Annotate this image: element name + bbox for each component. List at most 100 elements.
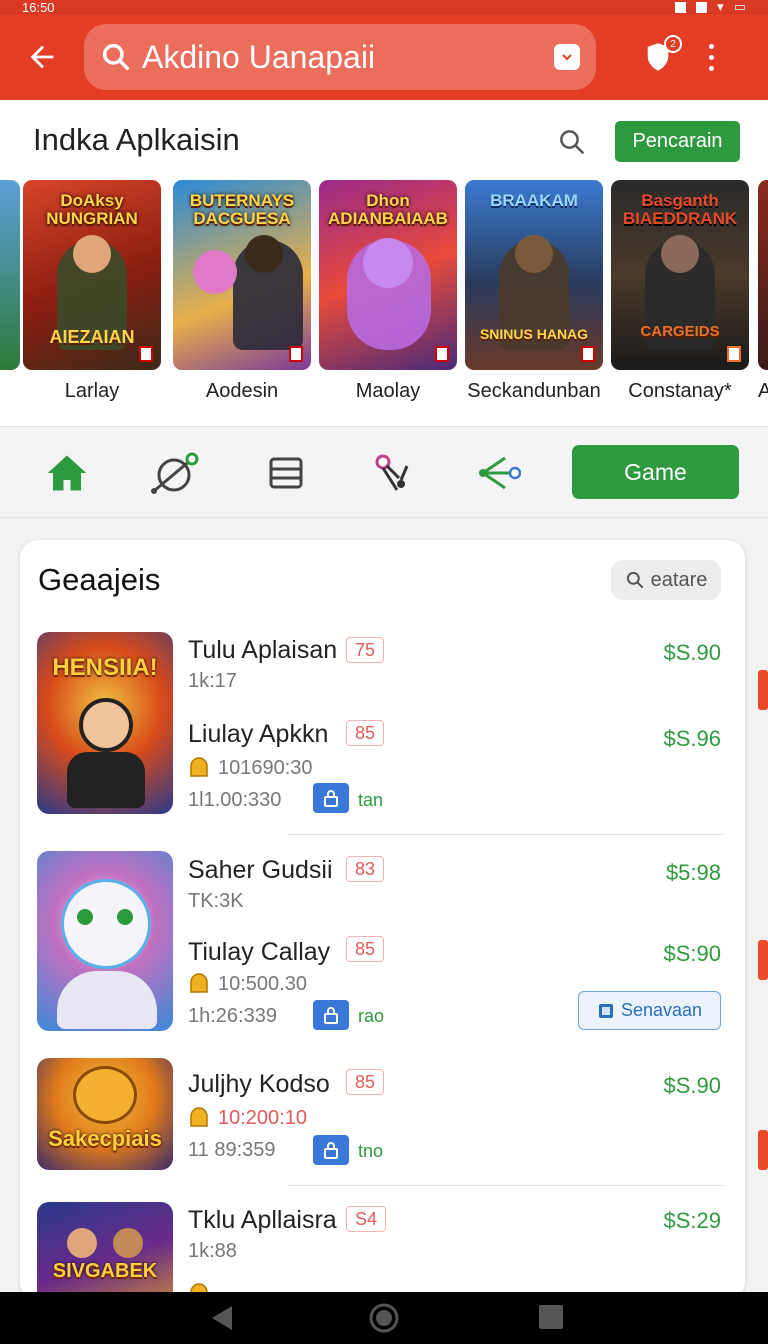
rating-badge: 85 <box>346 1069 385 1095</box>
game-art-subtitle: SNINUS HANAG <box>479 326 589 342</box>
thumbnail-title: Sakecpiais <box>48 1126 162 1151</box>
game-card-partial[interactable] <box>0 180 20 370</box>
lock-icon <box>324 1142 338 1159</box>
app-bar: Akdino Uanapaii 2 <box>0 14 768 100</box>
system-nav-bar <box>0 1292 768 1344</box>
category-nav: Game <box>0 426 768 518</box>
game-carousel: DoAksy NUNGRIAN AIEZAIAN Larlay BUTERNAY… <box>0 180 768 420</box>
more-vert-icon[interactable] <box>688 27 734 87</box>
game-art-title: BUTERNAYS DACGUESA <box>189 191 295 228</box>
coin-icon <box>190 973 208 993</box>
game-thumbnail[interactable]: SIVGABEK <box>37 1202 173 1300</box>
nav-home-icon[interactable] <box>368 1302 400 1334</box>
game-card-partial[interactable]: A <box>758 180 768 403</box>
app-meta: 1l1.00:330 <box>188 789 282 811</box>
nav-list-button[interactable] <box>260 447 312 499</box>
nav-recents-icon[interactable] <box>538 1304 564 1330</box>
game-art: Basganth BIAEDDRANK CARGEIDS <box>611 180 749 370</box>
lock-button[interactable] <box>313 1135 349 1165</box>
app-price: $S:90 <box>663 941 722 966</box>
app-downloads: TK:3K <box>188 890 244 912</box>
game-card[interactable]: BRAAKAM SNINUS HANAG Seckandunban <box>465 180 603 403</box>
app-price: $5:98 <box>665 860 721 885</box>
lock-icon <box>324 790 338 807</box>
lock-label: rao <box>358 1006 385 1026</box>
app-name[interactable]: Tklu Apllaisra <box>188 1206 337 1235</box>
app-price: $S:29 <box>663 1208 722 1233</box>
app-meta: 10:500.30 <box>218 973 307 995</box>
app-name[interactable]: Saher Gudsii <box>188 856 333 885</box>
game-card[interactable]: BUTERNAYS DACGUESA Aodesin <box>173 180 311 403</box>
lock-label: tno <box>358 1141 384 1161</box>
game-thumbnail[interactable]: HENSIIA! <box>37 632 173 814</box>
featured-section: Indka Aplkaisin Pencarain DoAksy NUNGRIA… <box>0 100 768 426</box>
featured-search-button[interactable] <box>552 122 592 162</box>
game-art-title: Dhon ADIANBAIAAB <box>328 191 448 228</box>
book-icon <box>598 1003 613 1018</box>
status-icons: ▾ ▭ <box>675 0 746 14</box>
lock-label: tan <box>358 790 384 810</box>
game-button[interactable]: Game <box>572 445 739 499</box>
nav-share-button[interactable] <box>472 447 524 499</box>
lock-button[interactable] <box>313 783 349 813</box>
rating-badge: 75 <box>346 637 385 663</box>
search-icon <box>560 130 584 154</box>
connect-icon <box>375 454 409 491</box>
coin-icon <box>190 757 208 777</box>
battery-icon: ▭ <box>733 0 746 14</box>
search-input[interactable]: Akdino Uanapaii <box>84 24 596 90</box>
notification-badge: 2 <box>664 35 682 53</box>
pocket-icon[interactable] <box>554 44 580 70</box>
game-card[interactable]: Basganth BIAEDDRANK CARGEIDS Constanay* <box>611 180 749 403</box>
notification-icon <box>696 1 708 13</box>
app-meta: 11 89:359 <box>188 1139 276 1161</box>
share-icon <box>479 456 521 490</box>
home-icon <box>47 455 87 491</box>
app-name[interactable]: Juljhy Kodso <box>188 1070 330 1099</box>
coin-icon <box>190 1107 208 1127</box>
app-price: $S.90 <box>663 1073 722 1098</box>
game-thumbnail[interactable] <box>37 851 173 1031</box>
search-icon <box>102 43 130 71</box>
game-art: DoAksy NUNGRIAN AIEZAIAN <box>23 180 161 370</box>
pencarian-button[interactable]: Pencarain <box>615 121 740 162</box>
thumbnail-title: SIVGABEK <box>52 1260 158 1282</box>
game-card[interactable]: Dhon ADIANBAIAAB Maolay <box>319 180 457 403</box>
app-name[interactable]: Tulu Aplaisan <box>188 636 337 665</box>
game-art-title: BRAAKAM <box>490 191 578 210</box>
rating-badge: 85 <box>346 936 385 962</box>
featured-title: Indka Aplkaisin <box>33 122 240 157</box>
status-time: 16:50 <box>22 0 55 14</box>
game-thumbnail[interactable]: Sakecpiais <box>37 1058 173 1170</box>
lock-button[interactable] <box>313 1000 349 1030</box>
game-art-subtitle: AIEZAIAN <box>49 327 135 347</box>
game-name: Constanay* <box>628 380 732 402</box>
search-query: Akdino Uanapaii <box>142 38 376 75</box>
notification-icon <box>675 1 687 13</box>
back-button[interactable] <box>0 14 84 100</box>
shield-button[interactable]: 2 <box>628 27 688 87</box>
game-art-subtitle: CARGEIDS <box>640 323 720 340</box>
senavaan-button[interactable]: Senavaan <box>578 991 721 1030</box>
list-title: Geaajeis <box>38 562 161 597</box>
wifi-icon: ▾ <box>717 0 724 14</box>
divider <box>288 834 723 835</box>
app-name[interactable]: Liulay Apkkn <box>188 720 328 749</box>
nav-back-icon[interactable] <box>208 1304 234 1332</box>
nav-explore-button[interactable] <box>148 447 200 499</box>
lock-icon <box>324 1007 338 1024</box>
rating-badge: S4 <box>346 1206 387 1232</box>
app-name[interactable]: Tiulay Callay <box>188 938 330 967</box>
nav-connect-button[interactable] <box>368 447 420 499</box>
senavaan-label: Senavaan <box>620 1000 703 1020</box>
app-downloads: 1k:17 <box>188 670 237 692</box>
game-name: Aodesin <box>205 380 279 402</box>
explore-icon <box>151 452 199 494</box>
game-card[interactable]: DoAksy NUNGRIAN AIEZAIAN Larlay <box>23 180 161 403</box>
game-list-card: Geaajeis eatare HENSIIA! Tulu Aplaisan 7… <box>20 540 745 1300</box>
game-art: Dhon ADIANBAIAAB <box>319 180 457 370</box>
nav-home-button[interactable] <box>41 447 93 499</box>
list-search-button[interactable]: eatare <box>611 560 721 600</box>
app-meta: 101690:30 <box>218 757 313 779</box>
game-name: Seckandunban <box>467 380 601 402</box>
